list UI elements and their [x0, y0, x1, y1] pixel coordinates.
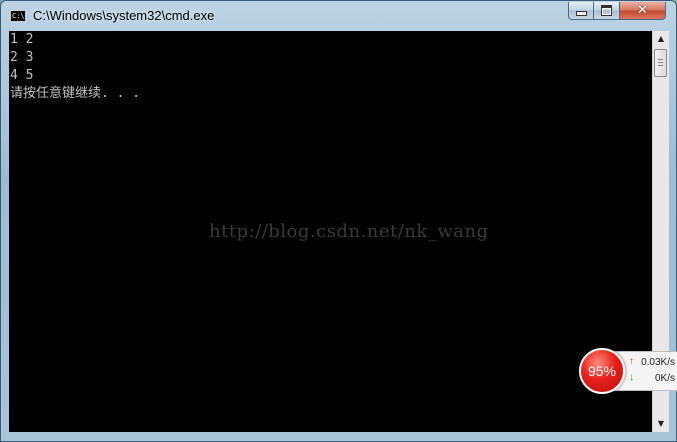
title-bar[interactable]: C:\ C:\Windows\system32\cmd.exe ✕	[1, 1, 676, 31]
cmd-app-icon[interactable]: C:\	[10, 10, 26, 22]
minimize-button[interactable]	[568, 2, 594, 20]
console-line: 1 2	[10, 32, 34, 47]
console-output[interactable]: 1 2 2 3 4 5 请按任意键继续. . . http://blog.csd…	[9, 31, 652, 432]
thumb-grip	[658, 59, 663, 60]
network-monitor-widget[interactable]: ↑ 0.03K/s ↓ 0K/s 95%	[578, 347, 677, 395]
thumb-grip	[658, 65, 663, 66]
scroll-down-arrow-icon[interactable]: ▼	[653, 416, 669, 432]
download-arrow-icon: ↓	[629, 372, 634, 383]
watermark-text: http://blog.csdn.net/nk_wang	[209, 221, 489, 242]
download-speed: 0K/s	[654, 373, 675, 384]
memory-usage-ball[interactable]: 95%	[579, 348, 625, 394]
maximize-button[interactable]	[594, 2, 620, 20]
cmd-window: C:\ C:\Windows\system32\cmd.exe ✕ 1 2 2 …	[0, 0, 677, 442]
close-icon: ✕	[637, 3, 648, 18]
scroll-thumb[interactable]	[654, 49, 667, 77]
upload-speed: 0.03K/s	[641, 357, 675, 368]
maximize-icon	[601, 5, 612, 16]
console-line: 请按任意键继续. . .	[10, 86, 141, 101]
thumb-grip	[658, 62, 663, 63]
console-line: 4 5	[10, 68, 34, 83]
upload-arrow-icon: ↑	[629, 356, 634, 367]
minimize-icon	[575, 11, 587, 16]
close-button[interactable]: ✕	[620, 2, 666, 20]
window-title: C:\Windows\system32\cmd.exe	[33, 8, 215, 23]
scroll-up-arrow-icon[interactable]: ▲	[653, 31, 669, 47]
console-line: 2 3	[10, 50, 34, 65]
